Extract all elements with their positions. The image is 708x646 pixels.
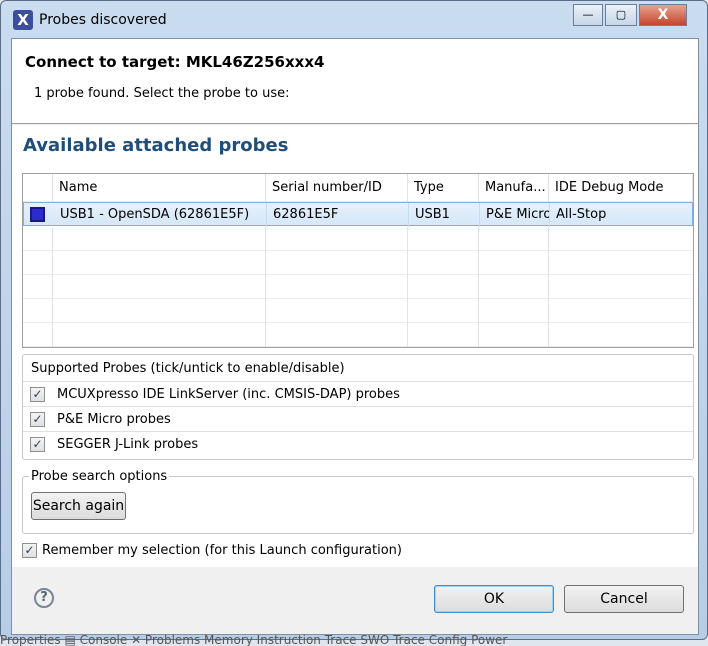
cell-serial: 62861E5F [267,203,409,227]
remember-checkbox[interactable]: ✓ [22,543,37,558]
column-icon [23,174,53,202]
cell-type: USB1 [409,203,480,227]
probes-table: Name Serial number/ID Type Manufa... IDE… [22,173,694,348]
cell-debug-mode: All-Stop [556,207,607,222]
column-debug-mode[interactable]: IDE Debug Mode [549,174,693,202]
table-row[interactable]: USB1 - OpenSDA (62861E5F) 62861E5F USB1 … [23,202,693,227]
close-button[interactable]: X [639,4,687,26]
linkserver-checkbox[interactable]: ✓ [30,387,45,402]
search-options-group: Probe search options Search again [22,469,694,534]
supported-probes-label: Supported Probes (tick/untick to enable/… [31,361,345,376]
background-view-tabs: Properties ▤ Console ✕ Problems Memory I… [0,634,508,646]
column-type[interactable]: Type [408,174,479,202]
empty-row [23,323,693,347]
dialog-header: Connect to target: MKL46Z256xxx4 1 probe… [12,39,698,124]
jlink-checkbox[interactable]: ✓ [30,437,45,452]
dialog-message: 1 probe found. Select the probe to use: [34,86,290,101]
window-title: Probes discovered [39,12,167,28]
dialog-content: Connect to target: MKL46Z256xxx4 1 probe… [11,38,699,635]
column-manufacturer[interactable]: Manufa... [479,174,549,202]
help-icon[interactable]: ? [34,588,54,608]
pemicro-label: P&E Micro probes [57,412,171,427]
app-icon: X [13,10,33,30]
supported-probes-group: Supported Probes (tick/untick to enable/… [22,354,694,460]
ok-button[interactable]: OK [434,585,554,613]
table-header: Name Serial number/ID Type Manufa... IDE… [23,174,693,202]
probe-icon [24,203,54,227]
empty-row [23,227,693,251]
empty-row [23,251,693,275]
cell-manufacturer: P&E Micro [480,203,550,227]
pemicro-checkbox[interactable]: ✓ [30,412,45,427]
jlink-label: SEGGER J-Link probes [57,437,199,452]
search-options-label: Probe search options [29,469,170,484]
section-title: Available attached probes [23,135,289,156]
dialog-title: Connect to target: MKL46Z256xxx4 [25,53,325,71]
minimize-button[interactable]: — [573,4,603,26]
column-serial[interactable]: Serial number/ID [266,174,408,202]
empty-row [23,299,693,323]
search-again-button[interactable]: Search again [31,492,126,520]
empty-row [23,275,693,299]
dialog-window: X Probes discovered — ▢ X Connect to tar… [0,0,708,640]
maximize-button[interactable]: ▢ [605,4,637,26]
column-name[interactable]: Name [53,174,266,202]
remember-label: Remember my selection (for this Launch c… [42,543,402,558]
linkserver-label: MCUXpresso IDE LinkServer (inc. CMSIS-DA… [57,387,400,402]
cancel-button[interactable]: Cancel [564,585,684,613]
cell-name: USB1 - OpenSDA (62861E5F) [54,203,267,227]
